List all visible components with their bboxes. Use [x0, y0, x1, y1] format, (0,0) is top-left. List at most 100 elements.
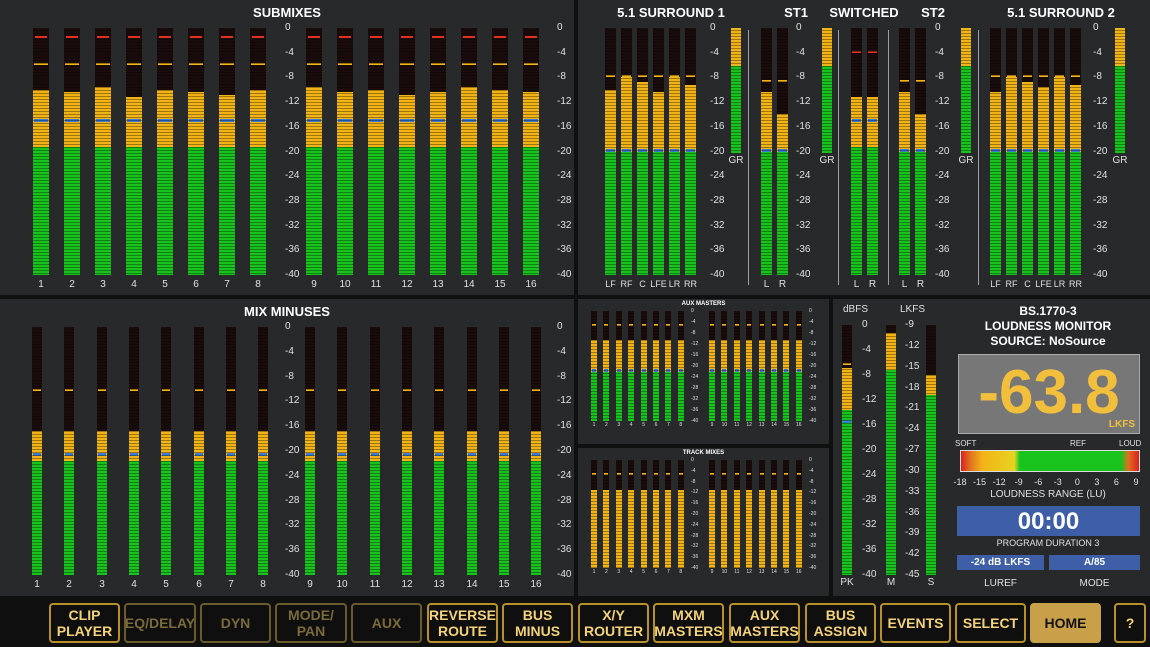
bus-minus-button[interactable]: BUS MINUS [502, 603, 573, 643]
channel-label: 12 [401, 279, 413, 290]
channel-label: 11 [369, 579, 381, 590]
meter-segments [402, 327, 412, 575]
mini-channel-number: 4 [629, 569, 633, 575]
level-meter [709, 460, 715, 568]
dyn-button[interactable]: DYN [200, 603, 271, 643]
level-meter [867, 28, 878, 275]
select-button[interactable]: SELECT [955, 603, 1026, 643]
clip-player-button[interactable]: CLIP PLAYER [49, 603, 120, 643]
mini-channel-number: 8 [679, 422, 683, 428]
meter-segments [615, 311, 622, 421]
reverse-route-button[interactable]: REVERSE ROUTE [427, 603, 498, 643]
meter-segments [492, 28, 508, 275]
scale-tick-label: -40 [935, 269, 950, 280]
scale-tick-label: -4 [557, 46, 566, 58]
luref-value[interactable]: -24 dB LKFS [957, 555, 1044, 570]
level-meter [97, 327, 107, 575]
scale-tick-label: 0 [710, 22, 716, 33]
mini-scale-label: -36 [809, 554, 817, 561]
eq-delay-button[interactable]: EQ/DELAY [124, 603, 196, 643]
scale-tick-label: -8 [557, 370, 566, 382]
scale-tick-label: -32 [285, 219, 300, 231]
meter-segments [161, 327, 171, 575]
scale-tick-label: -40 [285, 569, 300, 580]
mini-scale-label: -28 [809, 385, 817, 391]
meter-segments [653, 28, 664, 275]
meter-segments [499, 327, 509, 575]
loudness-title: BS.1770-3 [1019, 304, 1077, 318]
meter-segments [219, 28, 235, 275]
mini-scale-label: -8 [691, 478, 696, 485]
level-meter [990, 28, 1001, 275]
meter-segments [640, 311, 647, 421]
mini-scale-label: -12 [691, 341, 699, 347]
channel-label: RR [684, 279, 697, 289]
level-meter [305, 327, 315, 575]
meter-segments [305, 327, 315, 575]
meter-segments [97, 327, 107, 575]
level-meter [640, 311, 647, 421]
mode-pan-button[interactable]: MODE/ PAN [275, 603, 347, 643]
mini-channel-number: 16 [796, 422, 802, 428]
mini-channel-number: 15 [783, 422, 790, 428]
meter-clip-peak [190, 36, 202, 38]
level-meter [665, 460, 672, 568]
range-tick-label: 0 [1074, 477, 1080, 487]
level-meter [758, 460, 765, 568]
level-meter [399, 28, 415, 275]
mini-channel-number: 1 [592, 422, 596, 428]
meter-segments [783, 311, 790, 421]
events-button[interactable]: EVENTS [880, 603, 951, 643]
meter-clip-peak [35, 36, 47, 38]
scale-tick-label: -8 [1093, 71, 1102, 83]
x-y-router-button[interactable]: X/Y ROUTER [578, 603, 649, 643]
meter-segments [851, 28, 862, 275]
level-meter [709, 311, 715, 421]
help-button[interactable]: ? [1114, 603, 1146, 643]
scale-tick-label: 0 [796, 22, 802, 33]
aux-masters-button[interactable]: AUX MASTERS [729, 603, 800, 643]
scale-tick-label: 0 [285, 22, 291, 33]
mini-channel-number: 16 [796, 569, 802, 575]
mini-scale-label: -20 [809, 363, 817, 369]
scale-tick-label: -4 [710, 46, 719, 58]
scale-tick-label: -24 [1093, 170, 1108, 182]
group-divider [748, 30, 749, 285]
gr-label: GR [958, 155, 974, 166]
bus-assign-button[interactable]: BUS ASSIGN [805, 603, 876, 643]
scale-tick-label: -24 [862, 469, 877, 480]
channel-label: 3 [99, 579, 105, 590]
meter-segments [733, 311, 740, 421]
meter-segments [709, 460, 715, 568]
level-meter [783, 460, 790, 568]
meter-segments [746, 311, 753, 421]
scale-tick-label: -12 [862, 394, 877, 405]
st1-title: ST1 [784, 5, 808, 20]
meter-segments [731, 28, 741, 153]
scale-tick-label: -45 [905, 569, 920, 580]
home-button[interactable]: HOME [1030, 603, 1101, 643]
level-meter [615, 460, 622, 568]
scale-tick-label: -24 [557, 170, 572, 182]
scale-tick-label: -32 [285, 519, 300, 531]
scale-tick-label: 0 [557, 321, 563, 332]
mini-scale-label: -16 [691, 352, 699, 358]
scale-tick-label: -24 [905, 423, 920, 435]
level-meter [370, 327, 380, 575]
level-meter [95, 28, 111, 275]
aux-button[interactable]: AUX [351, 603, 422, 643]
scale-tick-label: -4 [862, 344, 871, 355]
mode-value[interactable]: A/85 [1049, 555, 1140, 570]
meter-segments [430, 28, 446, 275]
meter-segments [591, 460, 597, 568]
scale-tick-label: -8 [557, 71, 566, 83]
scale-tick-label: -12 [796, 96, 811, 108]
mini-scale-label: 0 [691, 457, 694, 463]
mxm-masters-button[interactable]: MXM MASTERS [653, 603, 724, 643]
scale-tick-label: -16 [285, 120, 300, 132]
range-tick-label: -18 [953, 477, 967, 487]
scale-tick-label: -40 [557, 269, 572, 280]
mini-scale-label: 0 [809, 457, 812, 463]
level-meter [621, 28, 632, 275]
scale-tick-label: -15 [905, 360, 920, 372]
